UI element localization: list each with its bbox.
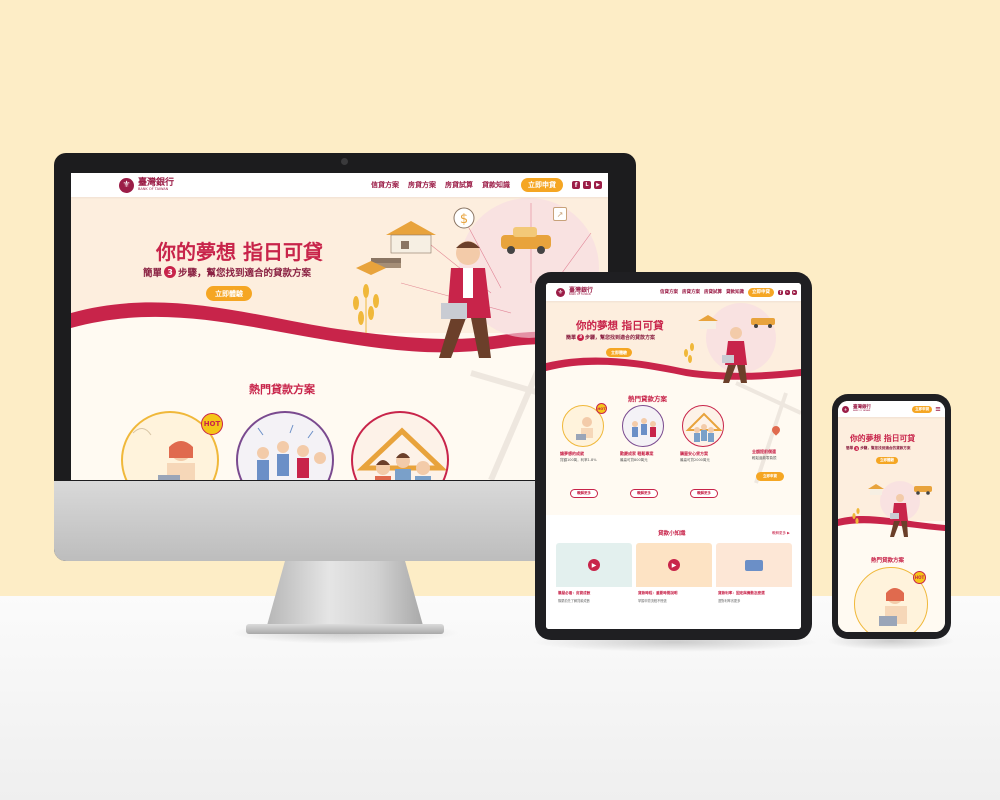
- hamburger-menu-icon[interactable]: ≡: [935, 405, 941, 413]
- tablet-nav-link-credit-loan[interactable]: 信貸方案: [660, 289, 678, 295]
- tablet-loan-card-2-image[interactable]: [622, 405, 664, 447]
- phone-hero-cta-button[interactable]: 立即體驗: [876, 457, 898, 464]
- tablet-loan-card-2-desc: 最高可貸800萬元: [620, 458, 648, 462]
- tablet-knowledge-title: 貸款小知識: [658, 531, 686, 537]
- tablet-loan-card-2-label: 歡慶成家 輕鬆專案: [620, 451, 654, 456]
- share-icon[interactable]: ↗: [553, 207, 567, 221]
- phone-hot-badge: HOT: [913, 571, 926, 584]
- tablet-nav-link-calculator[interactable]: 房貸試算: [704, 289, 722, 295]
- tablet-loan-card-3-desc: 最高可貸2000萬元: [680, 458, 710, 462]
- phone-screen: ⚜ 臺灣銀行 BANK OF TAIWAN 立即申貸 ≡ 你的夢想 指日可貸 簡…: [838, 401, 945, 632]
- tablet-loan-card-3-image[interactable]: [682, 405, 724, 447]
- phone-navbar: ⚜ 臺灣銀行 BANK OF TAIWAN 立即申貸 ≡: [838, 401, 945, 417]
- tablet-loan-card-3-label: 購屋安心貸方案: [680, 451, 708, 456]
- phone-hot-loans-title: 熱門貸款方案: [871, 558, 905, 564]
- webcam: [341, 158, 348, 165]
- tablet-hot-loans-title: 熱門貸款方案: [628, 395, 667, 403]
- tablet-loan-card-3-more-button[interactable]: 瞭解更多: [690, 489, 718, 498]
- line-icon[interactable]: L: [583, 181, 591, 189]
- tablet-extra-desc: 輕鬆還款零負擔: [752, 456, 777, 460]
- tablet-brand-logo[interactable]: ⚜ 臺灣銀行 BANK OF TAIWAN: [556, 287, 593, 297]
- hot-loans-title: 熱門貸款方案: [249, 383, 315, 396]
- hero-cta-button[interactable]: 立即體驗: [206, 286, 252, 301]
- knowledge-image: [716, 543, 792, 587]
- logo-en-text: BANK OF TAIWAN: [138, 186, 169, 191]
- tablet-loan-card-1-label: 讓夢想的成就: [560, 451, 584, 456]
- desktop-screen: $ ⚜ 臺灣銀行 BANK OF TAIWAN 信貸方案 房貸方案 房貸試算 貸…: [71, 173, 608, 480]
- tablet-nav-links: 信貸方案 房貸方案 房貸試算 貸款知識 立即申貸 f L ▶: [660, 287, 797, 297]
- tablet-bank-emblem-icon: ⚜: [556, 287, 565, 297]
- tablet-nav-apply-button[interactable]: 立即申貸: [748, 287, 774, 297]
- tablet-youtube-icon[interactable]: ▶: [792, 289, 797, 295]
- tablet-loan-card-2-more-button[interactable]: 瞭解更多: [630, 489, 658, 498]
- tablet-navbar: ⚜ 臺灣銀行 BANK OF TAIWAN 信貸方案 房貸方案 房貸試算 貸款知…: [546, 283, 801, 301]
- coin-illustration: $: [453, 207, 475, 229]
- play-icon[interactable]: ▶: [668, 559, 680, 571]
- brand-logo[interactable]: ⚜ 臺灣銀行 BANK OF TAIWAN: [119, 177, 174, 193]
- monitor-stand-foot: [246, 624, 444, 634]
- tablet-loan-card-1-desc: 貸額100萬，利率1.8%: [560, 458, 597, 462]
- tablet-screen: ⚜ 臺灣銀行 BANK OF TAIWAN 信貸方案 房貸方案 房貸試算 貸款知…: [546, 283, 801, 629]
- knowledge-video-thumbnail: ▶: [636, 543, 712, 587]
- hero-title: 你的夢想 指日可貸: [156, 240, 323, 264]
- knowledge-video-thumbnail: ▶: [556, 543, 632, 587]
- nav-links: 信貸方案 房貸方案 房貸試算 貸款知識 立即申貸 f L ▶: [371, 178, 602, 192]
- tablet-extra-apply-button[interactable]: 立即申貸: [756, 472, 784, 481]
- phone-hero-title: 你的夢想 指日可貸: [850, 434, 916, 443]
- tablet-loan-card-1-more-button[interactable]: 瞭解更多: [570, 489, 598, 498]
- tablet-nav-link-mortgage[interactable]: 房貸方案: [682, 289, 700, 295]
- tablet-hero-subtitle: 簡單 3 步驟，幫您找到適合的貸款方案: [566, 334, 656, 341]
- tablet-hero-cta-button[interactable]: 立即體驗: [606, 348, 632, 357]
- tablet-knowledge-card-2[interactable]: ▶ 貸款時程：重要時間說明 掌握申貸流程不慌張: [636, 543, 712, 621]
- nav-link-credit-loan[interactable]: 信貸方案: [371, 180, 399, 190]
- tablet-nav-link-knowledge[interactable]: 貸款知識: [726, 289, 744, 295]
- tablet-knowledge-card-3[interactable]: 貸款利率：固定與機動怎麼選 選對利率省更多: [716, 543, 792, 621]
- credit-card-icon: [745, 559, 763, 571]
- phone-brand-logo[interactable]: ⚜ 臺灣銀行 BANK OF TAIWAN: [842, 405, 871, 413]
- nav-link-calculator[interactable]: 房貸試算: [445, 180, 473, 190]
- hot-badge: HOT: [201, 413, 223, 435]
- bank-emblem-icon: ⚜: [119, 177, 134, 193]
- hero-subtitle: 簡單 3 步驟，幫您找到適合的貸款方案: [143, 266, 312, 279]
- tablet-extra-label: 全額提前償還: [752, 449, 776, 454]
- tablet-hot-badge: HOT: [596, 403, 607, 414]
- tablet-line-icon[interactable]: L: [785, 289, 790, 295]
- step-count-badge: 3: [164, 266, 177, 278]
- youtube-icon[interactable]: ▶: [594, 181, 602, 189]
- svg-text:$: $: [460, 212, 468, 227]
- nav-link-mortgage[interactable]: 房貸方案: [408, 180, 436, 190]
- desktop-navbar: ⚜ 臺灣銀行 BANK OF TAIWAN 信貸方案 房貸方案 房貸試算 貸款知…: [71, 173, 608, 197]
- nav-apply-button[interactable]: 立即申貸: [521, 178, 563, 192]
- nav-link-knowledge[interactable]: 貸款知識: [482, 180, 510, 190]
- phone-nav-apply-button[interactable]: 立即申貸: [912, 405, 933, 413]
- tablet-knowledge-card-1[interactable]: ▶ 購屋必看：房貸成數 購屋前先了解貸款成數: [556, 543, 632, 621]
- tablet-hero-title: 你的夢想 指日可貸: [576, 320, 664, 332]
- monitor-stand: [266, 561, 424, 629]
- tablet-facebook-icon[interactable]: f: [778, 289, 783, 295]
- social-links: f L ▶: [572, 181, 602, 189]
- phone-bank-emblem-icon: ⚜: [842, 405, 849, 413]
- play-icon[interactable]: ▶: [588, 559, 600, 571]
- phone-hero-subtitle: 簡單 3 步驟，幫您找到適合的貸款方案: [846, 446, 911, 451]
- tablet-knowledge-more-link[interactable]: 瞭解更多 ▶: [772, 531, 790, 536]
- facebook-icon[interactable]: f: [572, 181, 580, 189]
